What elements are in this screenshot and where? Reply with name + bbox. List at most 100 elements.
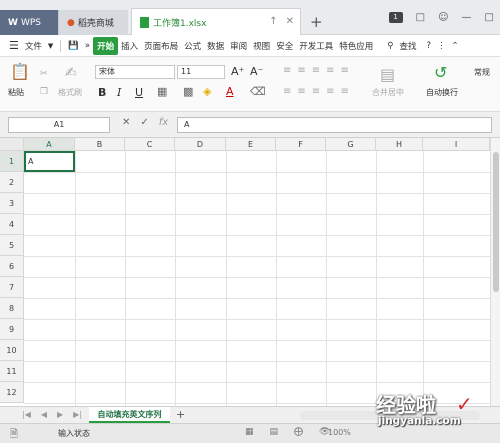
row-header[interactable]: 4	[0, 214, 24, 235]
italic-button[interactable]: I	[117, 86, 121, 99]
document-status-icon[interactable]: 🗎	[10, 427, 18, 443]
column-header[interactable]: B	[75, 138, 125, 151]
first-sheet-icon[interactable]: |◀	[22, 410, 31, 419]
column-header[interactable]: G	[326, 138, 376, 151]
more-options-icon[interactable]: ⋮	[434, 41, 449, 51]
tab-formulas[interactable]: 公式	[181, 40, 204, 52]
underline-button[interactable]: U	[135, 86, 143, 99]
tab-review[interactable]: 审阅	[227, 40, 250, 52]
store-logo-icon: ●	[67, 17, 75, 28]
cancel-icon[interactable]: ✕	[122, 117, 130, 128]
wrap-text-icon[interactable]: ↺	[434, 63, 447, 82]
column-header[interactable]: C	[125, 138, 175, 151]
vertical-scrollbar[interactable]	[490, 138, 500, 406]
zoom-level[interactable]: 100%	[328, 428, 351, 437]
add-sheet-button[interactable]: +	[176, 408, 185, 421]
merge-center-button[interactable]: 合并居中	[372, 87, 404, 98]
wps-home-tab[interactable]: W WPS	[0, 10, 58, 35]
font-color-button[interactable]: A	[226, 85, 234, 98]
divider	[60, 39, 62, 52]
row-header[interactable]: 3	[0, 193, 24, 214]
row-header[interactable]: 12	[0, 382, 24, 403]
hamburger-icon[interactable]: ☰	[6, 39, 22, 52]
row-header[interactable]: 11	[0, 361, 24, 382]
prev-sheet-icon[interactable]: ◀	[41, 410, 47, 419]
row-header[interactable]: 2	[0, 172, 24, 193]
row-header[interactable]: 6	[0, 256, 24, 277]
format-painter-button[interactable]: 格式刷	[58, 87, 82, 98]
number-format-select[interactable]: 常规	[474, 67, 490, 78]
search-button[interactable]: 查找	[396, 40, 419, 52]
new-tab-button[interactable]: +	[310, 13, 323, 31]
column-header[interactable]: E	[226, 138, 276, 151]
tab-data[interactable]: 数据	[204, 40, 227, 52]
page-break-icon[interactable]: ⨁	[294, 427, 303, 437]
normal-view-icon[interactable]: ▦	[245, 427, 254, 437]
column-header[interactable]: F	[276, 138, 326, 151]
search-icon[interactable]: ⚲	[384, 41, 396, 51]
store-tab[interactable]: ● 稻壳商城	[58, 10, 128, 35]
scrollbar-thumb[interactable]	[493, 152, 499, 292]
minimize-icon[interactable]: —	[462, 12, 472, 23]
maximize-icon[interactable]: □	[485, 12, 494, 23]
pin-icon[interactable]: ↑	[269, 16, 277, 27]
row-header[interactable]: 5	[0, 235, 24, 256]
more-icon[interactable]: »	[82, 41, 93, 51]
tab-special[interactable]: 特色应用	[336, 40, 376, 52]
next-sheet-icon[interactable]: ▶	[57, 410, 63, 419]
column-header[interactable]: A	[24, 138, 75, 151]
avatar[interactable]: ☺	[438, 12, 448, 23]
tab-start[interactable]: 开始	[93, 36, 119, 55]
shrink-font-button[interactable]: A⁻	[250, 65, 263, 78]
collapse-ribbon-icon[interactable]: ⌃	[449, 41, 462, 51]
fill-color-icon[interactable]: ◈	[203, 85, 211, 98]
paste-button[interactable]: 粘贴	[8, 87, 24, 98]
formula-input[interactable]: A	[177, 117, 492, 133]
tab-developer[interactable]: 开发工具	[296, 40, 336, 52]
clear-format-icon[interactable]: ⌫	[250, 85, 266, 98]
row-header[interactable]: 9	[0, 319, 24, 340]
tab-security[interactable]: 安全	[273, 40, 296, 52]
chevron-down-icon[interactable]: ▼	[45, 42, 56, 50]
wrap-text-button[interactable]: 自动换行	[426, 87, 458, 98]
row-header[interactable]: 8	[0, 298, 24, 319]
tab-page-layout[interactable]: 页面布局	[141, 40, 181, 52]
column-header[interactable]: D	[175, 138, 226, 151]
column-header[interactable]: H	[376, 138, 423, 151]
tab-insert[interactable]: 插入	[118, 40, 141, 52]
spreadsheet-grid[interactable]: A B C D E F G H I 1 2 3 4 5 6 7 8 9 10 1…	[0, 138, 490, 406]
document-tab[interactable]: 工作簿1.xlsx ↑ ✕	[131, 8, 301, 35]
file-menu[interactable]: 文件	[22, 40, 45, 52]
close-tab-icon[interactable]: ✕	[286, 16, 294, 27]
help-button[interactable]: ?	[423, 41, 434, 51]
border-icon[interactable]: ▦	[157, 85, 167, 98]
align-horizontal-icons[interactable]: ≡≡≡≡≡	[283, 86, 355, 97]
page-layout-icon[interactable]: ▤	[270, 427, 279, 437]
fx-icon[interactable]: fx	[159, 117, 168, 128]
active-cell-a1[interactable]: A	[24, 151, 75, 172]
bold-button[interactable]: B	[98, 86, 106, 99]
format-painter-icon[interactable]: ✍	[65, 65, 77, 81]
row-header[interactable]: 1	[0, 151, 24, 172]
merge-center-icon[interactable]: ▤	[380, 65, 395, 84]
merge-icon[interactable]: ▩	[183, 85, 193, 98]
confirm-icon[interactable]: ✓	[140, 117, 148, 128]
row-header[interactable]: 10	[0, 340, 24, 361]
grow-font-button[interactable]: A⁺	[231, 65, 244, 78]
name-box[interactable]: A1	[8, 117, 110, 133]
skin-icon[interactable]: □	[416, 12, 425, 23]
sheet-tab-active[interactable]: 自动填充英文序列	[89, 407, 170, 423]
row-header[interactable]: 7	[0, 277, 24, 298]
cut-icon[interactable]: ✂	[40, 69, 48, 79]
last-sheet-icon[interactable]: ▶|	[73, 410, 82, 419]
select-all-corner[interactable]	[0, 138, 24, 151]
paste-icon[interactable]: 📋	[10, 62, 30, 81]
save-icon[interactable]: 💾	[65, 41, 82, 51]
align-top-icons[interactable]: ≡≡≡≡≡	[283, 65, 355, 76]
font-name-select[interactable]: 宋体	[95, 65, 175, 79]
badge-icon[interactable]: 1	[388, 12, 403, 23]
font-size-select[interactable]: 11	[177, 65, 225, 79]
copy-icon[interactable]: ❐	[40, 87, 48, 97]
tab-view[interactable]: 视图	[250, 40, 273, 52]
column-header[interactable]: I	[423, 138, 490, 151]
